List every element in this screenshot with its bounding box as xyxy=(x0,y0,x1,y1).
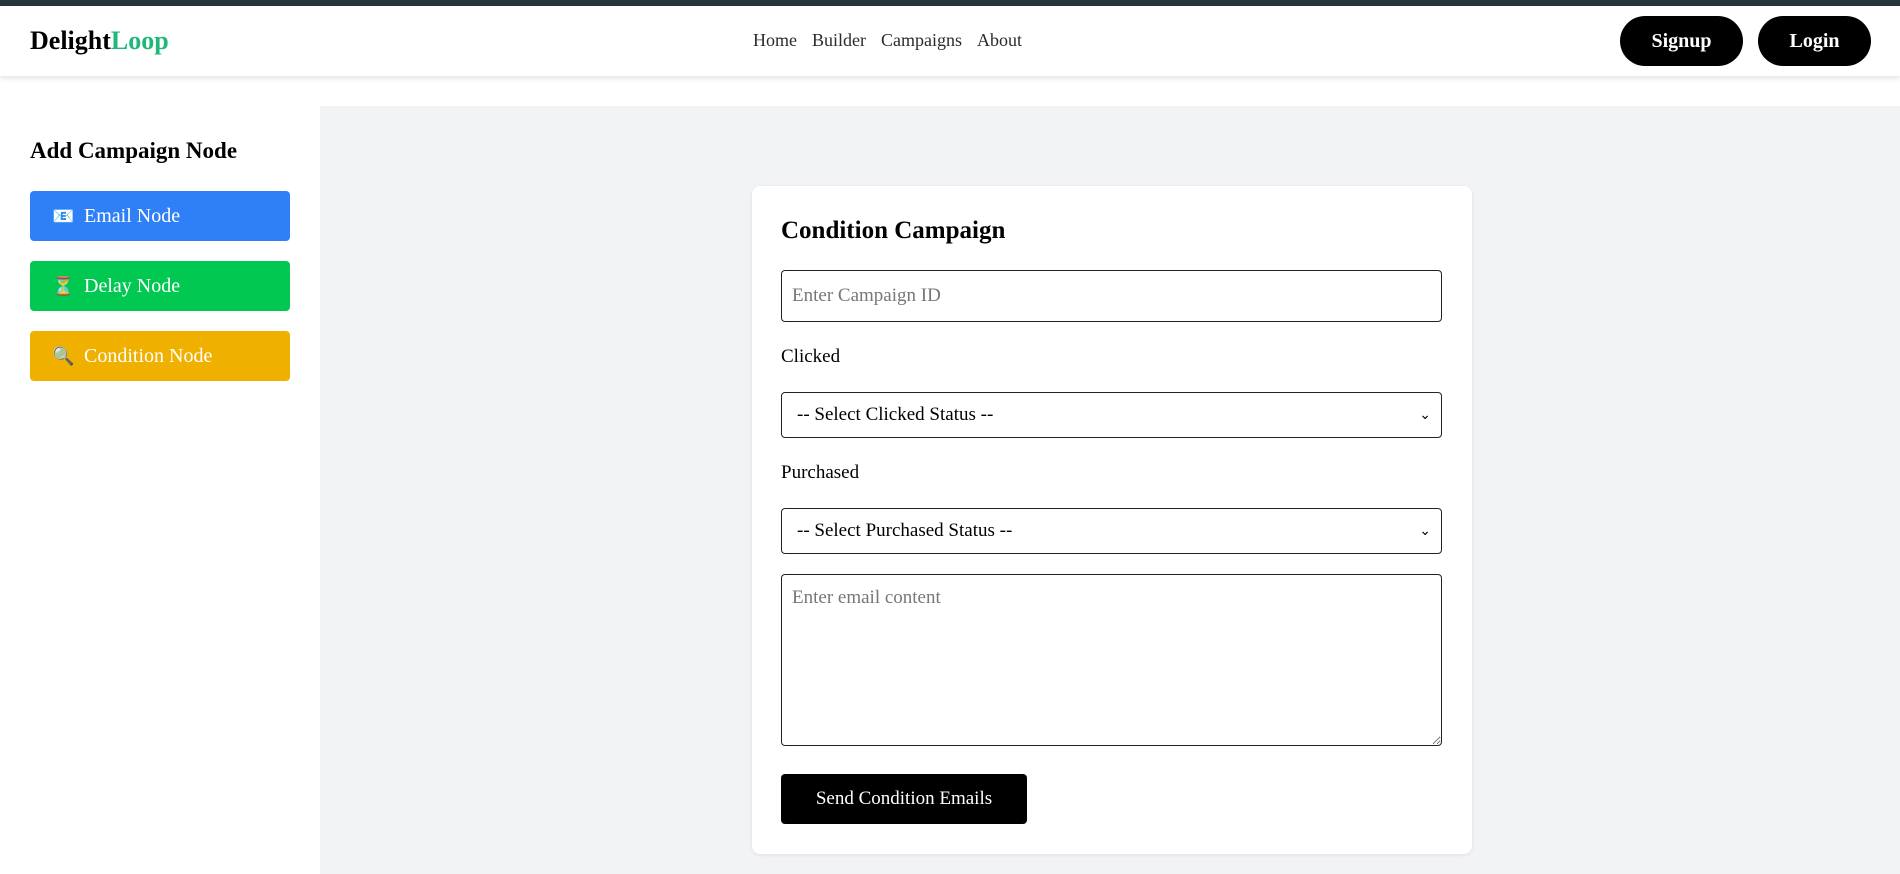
signup-button[interactable]: Signup xyxy=(1620,16,1743,66)
hourglass-icon: ⏳ xyxy=(52,275,75,296)
delay-node-button[interactable]: ⏳ Delay Node xyxy=(30,261,290,311)
magnifier-icon: 🔍 xyxy=(52,345,75,366)
condition-campaign-card: Condition Campaign Clicked -- Select Cli… xyxy=(752,186,1472,854)
clicked-label: Clicked xyxy=(781,346,841,367)
nav-link-home[interactable]: Home xyxy=(753,30,797,51)
brand-text-accent: Loop xyxy=(110,26,169,55)
brand-logo[interactable]: DelightLoop xyxy=(30,26,169,56)
main-nav: Home Builder Campaigns About xyxy=(753,30,1022,51)
clicked-status-select[interactable]: -- Select Clicked Status -- ⌄ xyxy=(781,392,1442,438)
send-condition-emails-button[interactable]: Send Condition Emails xyxy=(781,774,1027,824)
email-node-button[interactable]: 📧 Email Node xyxy=(30,191,290,241)
chevron-down-icon: ⌄ xyxy=(1419,523,1431,539)
clicked-select-value: -- Select Clicked Status -- xyxy=(797,404,994,425)
login-button[interactable]: Login xyxy=(1758,16,1871,66)
delay-node-label: Delay Node xyxy=(84,274,181,297)
email-node-label: Email Node xyxy=(84,204,181,227)
sidebar-title: Add Campaign Node xyxy=(30,138,238,163)
nav-link-builder[interactable]: Builder xyxy=(812,30,866,51)
sidebar: Add Campaign Node 📧 Email Node ⏳ Delay N… xyxy=(0,76,320,874)
campaign-id-input[interactable] xyxy=(781,270,1442,322)
chevron-down-icon: ⌄ xyxy=(1419,407,1431,423)
card-title: Condition Campaign xyxy=(781,217,1006,244)
purchased-label: Purchased xyxy=(781,462,860,483)
email-icon: 📧 xyxy=(52,205,75,226)
purchased-status-select[interactable]: -- Select Purchased Status -- ⌄ xyxy=(781,508,1442,554)
condition-node-button[interactable]: 🔍 Condition Node xyxy=(30,331,290,381)
nav-link-about[interactable]: About xyxy=(977,30,1022,51)
navbar: DelightLoop Home Builder Campaigns About… xyxy=(0,6,1900,76)
nav-link-campaigns[interactable]: Campaigns xyxy=(881,30,962,51)
brand-text-primary: Delight xyxy=(30,26,111,55)
condition-node-label: Condition Node xyxy=(84,344,213,367)
email-content-textarea[interactable] xyxy=(781,574,1442,746)
purchased-select-value: -- Select Purchased Status -- xyxy=(797,520,1013,541)
